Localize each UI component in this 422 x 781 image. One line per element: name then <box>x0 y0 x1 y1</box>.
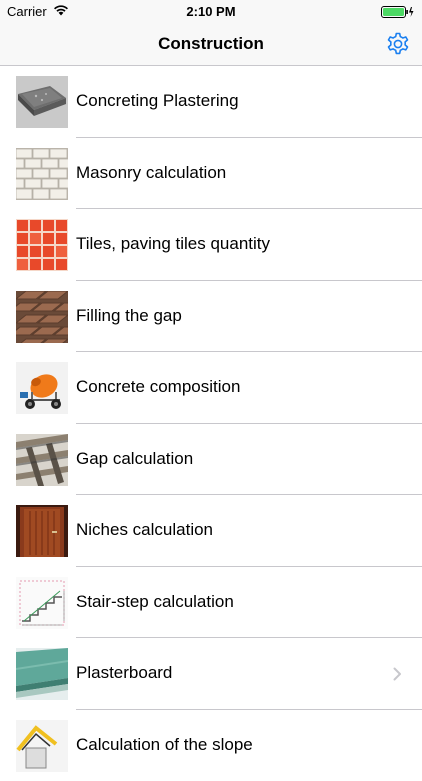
status-time: 2:10 PM <box>0 4 422 19</box>
list-item-label: Concreting Plastering <box>76 91 239 111</box>
page-title: Construction <box>0 34 422 54</box>
list-item-niches[interactable]: Niches calculation <box>0 495 422 567</box>
battery-icon <box>381 6 415 18</box>
roof-slope-thumbnail <box>16 720 68 772</box>
list-item-label: Stair-step calculation <box>76 592 234 612</box>
brick-wall-thumbnail <box>16 148 68 200</box>
concrete-mixer-thumbnail <box>16 362 68 414</box>
stair-diagram-thumbnail <box>16 577 68 629</box>
list-item-label: Masonry calculation <box>76 163 226 183</box>
list-item-tiles[interactable]: Tiles, paving tiles quantity <box>0 209 422 281</box>
red-tiles-thumbnail <box>16 219 68 271</box>
floor-joists-thumbnail <box>16 434 68 486</box>
list-item-masonry[interactable]: Masonry calculation <box>0 138 422 210</box>
list-item-slope[interactable]: Calculation of the slope <box>0 710 422 781</box>
list-item-gap-calculation[interactable]: Gap calculation <box>0 424 422 496</box>
list-item-label: Plasterboard <box>76 663 172 683</box>
list-item-label: Filling the gap <box>76 306 182 326</box>
plasterboard-thumbnail <box>16 648 68 700</box>
status-bar: Carrier 2:10 PM <box>0 0 422 24</box>
list-item-label: Gap calculation <box>76 449 193 469</box>
list-item-label: Niches calculation <box>76 520 213 540</box>
navigation-bar: Construction <box>0 24 422 66</box>
chevron-right-icon <box>393 667 402 681</box>
list-item-filling-gap[interactable]: Filling the gap <box>0 281 422 353</box>
list-item-plasterboard[interactable]: Plasterboard <box>0 638 422 710</box>
calculator-list: Concreting Plastering Masonry calculatio… <box>0 66 422 781</box>
list-item-stair-step[interactable]: Stair-step calculation <box>0 567 422 639</box>
paving-bricks-thumbnail <box>16 291 68 343</box>
list-item-concrete-composition[interactable]: Concrete composition <box>0 352 422 424</box>
list-item-label: Tiles, paving tiles quantity <box>76 234 270 254</box>
wooden-door-thumbnail <box>16 505 68 557</box>
list-item-label: Calculation of the slope <box>76 735 253 755</box>
gear-icon[interactable] <box>384 30 412 58</box>
list-item-label: Concrete composition <box>76 377 240 397</box>
list-item-concreting-plastering[interactable]: Concreting Plastering <box>0 66 422 138</box>
concrete-slab-thumbnail <box>16 76 68 128</box>
